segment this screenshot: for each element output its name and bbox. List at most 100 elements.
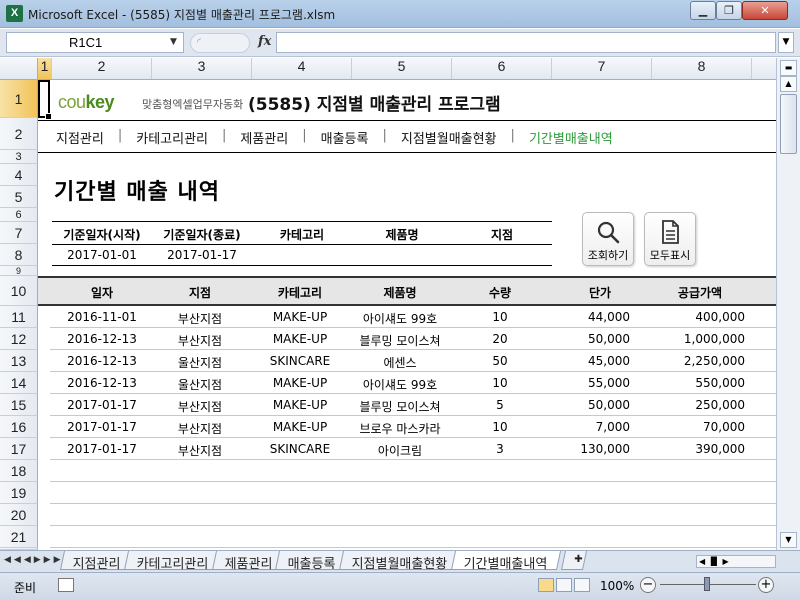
- formula-input[interactable]: [276, 32, 776, 53]
- nav-item-sales-entry[interactable]: 매출등록: [321, 128, 369, 147]
- vertical-scrollbar[interactable]: ▬ ▲ ▼: [776, 58, 800, 550]
- column-header[interactable]: 2: [52, 58, 152, 79]
- cell-unit-price[interactable]: 7,000: [530, 420, 630, 434]
- col-header-category[interactable]: 카테고리: [250, 284, 350, 301]
- row-header[interactable]: 15: [0, 394, 38, 416]
- empty-table-row[interactable]: [50, 526, 776, 548]
- page-layout-view-icon[interactable]: [556, 578, 572, 592]
- sheet-tab-sales-by-period[interactable]: 기간별매출내역: [450, 551, 561, 572]
- nav-item-branch[interactable]: 지점관리: [56, 128, 104, 147]
- cell-product[interactable]: 아이크림: [350, 442, 450, 459]
- cell-supply-amount[interactable]: 400,000: [630, 310, 745, 324]
- row-header[interactable]: 10: [0, 276, 38, 306]
- cell-branch[interactable]: 부산지점: [150, 398, 250, 415]
- table-row[interactable]: 2016-11-01 부산지점 MAKE-UP 아이섀도 99호 10 44,000 400…: [50, 306, 776, 328]
- cell-unit-price[interactable]: 50,000: [530, 398, 630, 412]
- col-header-date[interactable]: 일자: [52, 284, 152, 301]
- row-header[interactable]: 17: [0, 438, 38, 460]
- row-header[interactable]: 13: [0, 350, 38, 372]
- cell-supply-amount[interactable]: 390,000: [630, 442, 745, 456]
- cell-unit-price[interactable]: 45,000: [530, 354, 630, 368]
- nav-item-product[interactable]: 제품관리: [240, 128, 288, 147]
- zoom-in-icon[interactable]: +: [758, 577, 774, 593]
- maximize-button[interactable]: ❐: [716, 1, 742, 20]
- row-header[interactable]: 8: [0, 244, 38, 266]
- select-all-corner[interactable]: [0, 58, 38, 79]
- zoom-out-icon[interactable]: −: [640, 577, 656, 593]
- cell-category[interactable]: MAKE-UP: [250, 398, 350, 412]
- cell-branch[interactable]: 울산지점: [150, 376, 250, 393]
- row-header[interactable]: 16: [0, 416, 38, 438]
- row-header[interactable]: 6: [0, 208, 38, 222]
- cell-category[interactable]: SKINCARE: [250, 442, 350, 456]
- column-header[interactable]: 1: [38, 58, 52, 79]
- macro-record-icon[interactable]: [58, 578, 74, 592]
- empty-table-row[interactable]: [50, 504, 776, 526]
- row-header[interactable]: 20: [0, 504, 38, 526]
- cell-branch[interactable]: 부산지점: [150, 420, 250, 437]
- nav-item-monthly-by-branch[interactable]: 지점별월매출현황: [401, 128, 497, 147]
- page-break-view-icon[interactable]: [574, 578, 590, 592]
- cell-branch[interactable]: 부산지점: [150, 332, 250, 349]
- col-header-product[interactable]: 제품명: [350, 284, 450, 301]
- table-row[interactable]: 2017-01-17 부산지점 MAKE-UP 브로우 마스카라 10 7,000 70,0…: [50, 416, 776, 438]
- cell-date[interactable]: 2016-12-13: [52, 376, 152, 390]
- cell-date[interactable]: 2017-01-17: [52, 420, 152, 434]
- cell-date[interactable]: 2016-12-13: [52, 354, 152, 368]
- cell-date[interactable]: 2016-11-01: [52, 310, 152, 324]
- row-header[interactable]: 12: [0, 328, 38, 350]
- cell-unit-price[interactable]: 44,000: [530, 310, 630, 324]
- empty-table-row[interactable]: [50, 482, 776, 504]
- row-header[interactable]: 18: [0, 460, 38, 482]
- sheet-tab-monthly-by-branch[interactable]: 지점별월매출현황: [339, 551, 462, 572]
- cell-unit-price[interactable]: 130,000: [530, 442, 630, 456]
- filter-branch[interactable]: [452, 248, 552, 264]
- col-header-supply-amount[interactable]: 공급가액: [650, 284, 750, 301]
- filter-product[interactable]: [352, 248, 452, 264]
- cell-date[interactable]: 2017-01-17: [52, 442, 152, 456]
- zoom-slider-thumb[interactable]: [704, 577, 710, 591]
- scroll-down-icon[interactable]: ▼: [780, 532, 797, 548]
- table-row[interactable]: 2017-01-17 부산지점 MAKE-UP 블루밍 모이스쳐 5 50,000 250,…: [50, 394, 776, 416]
- cell-branch[interactable]: 울산지점: [150, 354, 250, 371]
- tab-scroll-arrows-icon[interactable]: ◀◀◀▶▶▶: [4, 555, 64, 565]
- table-row[interactable]: 2016-12-13 울산지점 SKINCARE 에센스 50 45,000 2,250,0…: [50, 350, 776, 372]
- column-header[interactable]: 7: [552, 58, 652, 79]
- name-box[interactable]: R1C1: [6, 32, 184, 53]
- cell-product[interactable]: 아이섀도 99호: [350, 310, 450, 327]
- cell-category[interactable]: MAKE-UP: [250, 310, 350, 324]
- filter-end-date[interactable]: 2017-01-17: [152, 248, 252, 262]
- table-row[interactable]: 2016-12-13 부산지점 MAKE-UP 블루밍 모이스쳐 20 50,000 1,0…: [50, 328, 776, 350]
- row-header[interactable]: 4: [0, 164, 38, 186]
- cell-category[interactable]: MAKE-UP: [250, 420, 350, 434]
- col-header-branch[interactable]: 지점: [150, 284, 250, 301]
- filter-category[interactable]: [252, 248, 352, 264]
- cell-supply-amount[interactable]: 2,250,000: [630, 354, 745, 368]
- cell-date[interactable]: 2016-12-13: [52, 332, 152, 346]
- row-header[interactable]: 1: [0, 80, 38, 118]
- excel-app-icon[interactable]: X: [6, 5, 23, 22]
- cell-product[interactable]: 브로우 마스카라: [350, 420, 450, 437]
- cell-category[interactable]: MAKE-UP: [250, 376, 350, 390]
- row-header[interactable]: 2: [0, 118, 38, 150]
- column-header[interactable]: 8: [652, 58, 752, 79]
- cell-product[interactable]: 블루밍 모이스쳐: [350, 398, 450, 415]
- cell-unit-price[interactable]: 50,000: [530, 332, 630, 346]
- table-row[interactable]: 2017-01-17 부산지점 SKINCARE 아이크림 3 130,000 390,00…: [50, 438, 776, 460]
- cell-supply-amount[interactable]: 250,000: [630, 398, 745, 412]
- cell-branch[interactable]: 부산지점: [150, 442, 250, 459]
- row-header[interactable]: 7: [0, 222, 38, 244]
- minimize-button[interactable]: ▁: [690, 1, 716, 20]
- nav-item-sales-by-period[interactable]: 기간별매출내역: [529, 128, 613, 147]
- insert-function-icon[interactable]: fx: [258, 34, 271, 49]
- cell-branch[interactable]: 부산지점: [150, 310, 250, 327]
- row-header[interactable]: 21: [0, 526, 38, 548]
- empty-table-row[interactable]: [50, 460, 776, 482]
- cell-category[interactable]: SKINCARE: [250, 354, 350, 368]
- column-header[interactable]: 4: [252, 58, 352, 79]
- active-cell-selection[interactable]: [38, 80, 52, 120]
- col-header-quantity[interactable]: 수량: [450, 284, 550, 301]
- column-header[interactable]: 5: [352, 58, 452, 79]
- row-header[interactable]: 14: [0, 372, 38, 394]
- row-header[interactable]: 9: [0, 266, 38, 276]
